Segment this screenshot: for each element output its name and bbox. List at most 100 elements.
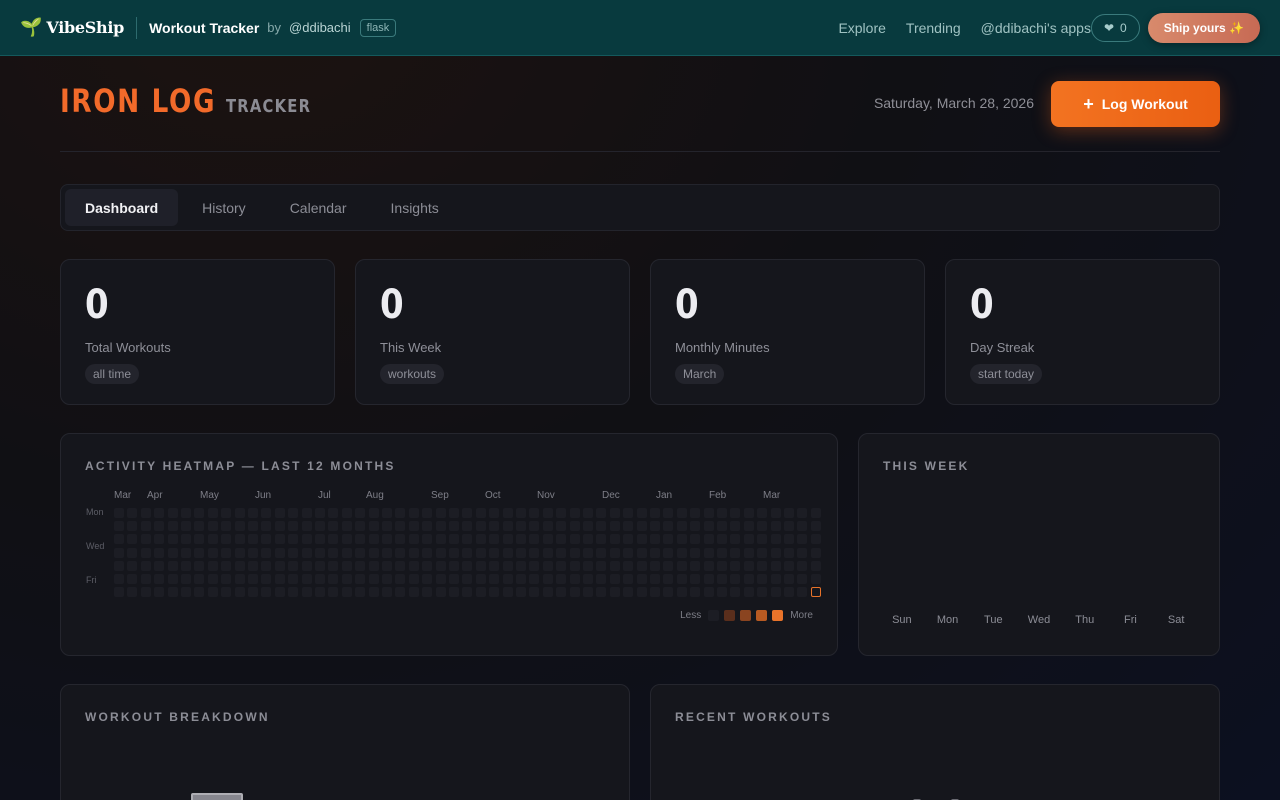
heatmap-cell[interactable]: [743, 547, 754, 558]
heatmap-cell[interactable]: [248, 547, 258, 558]
heatmap-cell[interactable]: [194, 587, 205, 598]
heatmap-cell[interactable]: [583, 508, 593, 518]
tab-insights[interactable]: Insights: [371, 189, 459, 226]
heatmap-cell[interactable]: [717, 534, 727, 545]
heatmap-cell[interactable]: [422, 521, 433, 532]
heatmap-cell[interactable]: [449, 574, 459, 584]
heatmap-cell[interactable]: [449, 521, 459, 532]
heatmap-cell[interactable]: [516, 587, 526, 598]
heatmap-cell[interactable]: [288, 574, 299, 584]
tab-dashboard[interactable]: Dashboard: [65, 189, 179, 226]
heatmap-cell[interactable]: [341, 521, 352, 532]
heatmap-cell[interactable]: [154, 521, 165, 532]
heatmap-cell[interactable]: [395, 521, 406, 532]
heatmap-cell[interactable]: [516, 574, 526, 584]
heatmap-cell[interactable]: [784, 521, 794, 532]
heatmap-cell[interactable]: [221, 547, 232, 558]
heatmap-cell[interactable]: [234, 574, 245, 584]
heatmap-cell[interactable]: [583, 547, 593, 558]
heatmap-cell[interactable]: [623, 560, 634, 571]
heatmap-cell[interactable]: [274, 521, 285, 532]
heatmap-cell[interactable]: [408, 587, 419, 598]
heatmap-cell[interactable]: [462, 534, 473, 545]
heatmap-cell[interactable]: [556, 574, 567, 584]
heatmap-cell[interactable]: [261, 508, 272, 518]
heatmap-cell[interactable]: [542, 547, 553, 558]
heatmap-cell[interactable]: [408, 547, 419, 558]
heatmap-cell[interactable]: [207, 521, 218, 532]
heatmap-cell[interactable]: [502, 508, 513, 518]
heatmap-cell[interactable]: [770, 547, 781, 558]
heatmap-cell[interactable]: [207, 508, 218, 518]
heatmap-cell[interactable]: [569, 547, 580, 558]
heatmap-cell[interactable]: [784, 508, 794, 518]
heatmap-cell[interactable]: [328, 534, 339, 545]
heatmap-cell[interactable]: [408, 574, 419, 584]
heatmap-cell[interactable]: [596, 521, 607, 532]
heatmap-cell[interactable]: [194, 547, 205, 558]
heatmap-cell[interactable]: [636, 508, 647, 518]
heatmap-cell[interactable]: [301, 508, 312, 518]
heatmap-cell[interactable]: [717, 560, 727, 571]
heatmap-cell[interactable]: [368, 534, 379, 545]
heatmap-cell[interactable]: [341, 508, 352, 518]
heatmap-cell[interactable]: [583, 534, 593, 545]
heatmap-cell[interactable]: [556, 560, 567, 571]
heatmap-cell[interactable]: [770, 534, 781, 545]
heatmap-cell[interactable]: [167, 547, 178, 558]
heatmap-cell[interactable]: [529, 521, 540, 532]
heatmap-cell[interactable]: [181, 534, 191, 545]
heatmap-cell[interactable]: [623, 547, 634, 558]
heatmap-cell[interactable]: [140, 587, 151, 598]
heatmap-cell[interactable]: [650, 521, 660, 532]
heatmap-cell[interactable]: [435, 547, 446, 558]
heatmap-cell[interactable]: [368, 521, 379, 532]
heatmap-cell[interactable]: [690, 534, 701, 545]
heatmap-cell[interactable]: [650, 534, 660, 545]
heatmap-cell[interactable]: [703, 508, 714, 518]
heatmap-cell[interactable]: [636, 560, 647, 571]
heatmap-cell[interactable]: [596, 574, 607, 584]
heatmap-cell[interactable]: [650, 508, 660, 518]
heatmap-cell[interactable]: [127, 560, 138, 571]
heatmap-cell[interactable]: [355, 508, 366, 518]
heatmap-cell[interactable]: [596, 547, 607, 558]
heatmap-cell[interactable]: [475, 560, 486, 571]
heatmap-cell[interactable]: [355, 587, 366, 598]
heatmap-cell[interactable]: [234, 587, 245, 598]
heatmap-cell[interactable]: [703, 574, 714, 584]
heatmap-cell[interactable]: [207, 534, 218, 545]
heatmap-cell[interactable]: [676, 508, 687, 518]
heatmap-cell[interactable]: [435, 521, 446, 532]
heatmap-cell[interactable]: [623, 534, 634, 545]
heatmap-cell[interactable]: [676, 534, 687, 545]
heatmap-cell[interactable]: [703, 534, 714, 545]
heatmap-cell[interactable]: [422, 560, 433, 571]
heatmap-cell[interactable]: [355, 560, 366, 571]
heatmap-cell[interactable]: [154, 560, 165, 571]
heatmap-cell[interactable]: [221, 534, 232, 545]
heatmap-cell[interactable]: [516, 560, 526, 571]
heatmap-cell[interactable]: [663, 547, 674, 558]
heatmap-cell[interactable]: [261, 560, 272, 571]
heatmap-cell[interactable]: [730, 547, 741, 558]
brand-logo[interactable]: 🌱 VibeShip: [20, 17, 124, 38]
heatmap-cell[interactable]: [475, 521, 486, 532]
heatmap-cell[interactable]: [502, 574, 513, 584]
heatmap-cell[interactable]: [650, 547, 660, 558]
heatmap-cell[interactable]: [127, 587, 138, 598]
heatmap-cell[interactable]: [315, 574, 325, 584]
heatmap-cell[interactable]: [261, 534, 272, 545]
heatmap-cell[interactable]: [114, 587, 124, 598]
heatmap-cell[interactable]: [542, 508, 553, 518]
heatmap-cell[interactable]: [542, 560, 553, 571]
heatmap-cell[interactable]: [475, 587, 486, 598]
heatmap-cell[interactable]: [717, 574, 727, 584]
heatmap-cell[interactable]: [569, 508, 580, 518]
heatmap-cell[interactable]: [422, 587, 433, 598]
heatmap-cell[interactable]: [730, 560, 741, 571]
heatmap-cell[interactable]: [181, 587, 191, 598]
heatmap-cell[interactable]: [797, 534, 808, 545]
heatmap-cell[interactable]: [248, 574, 258, 584]
heatmap-cell[interactable]: [770, 560, 781, 571]
